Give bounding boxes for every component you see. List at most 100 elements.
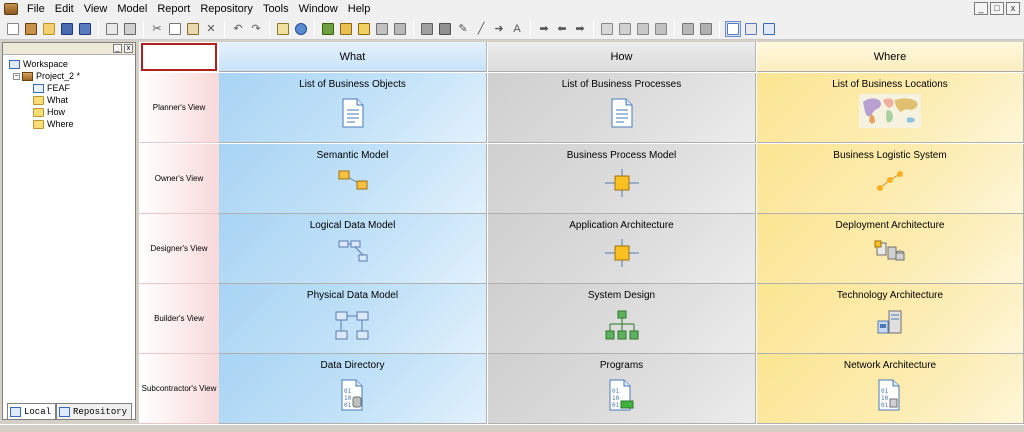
- row-header[interactable]: Owner's View: [139, 144, 219, 214]
- layout-icon[interactable]: [743, 21, 759, 37]
- grid-cell[interactable]: Application Architecture: [488, 214, 756, 284]
- cell-title: Technology Architecture: [836, 290, 944, 301]
- copy-icon[interactable]: [167, 21, 183, 37]
- shape-icon[interactable]: ➡: [536, 21, 552, 37]
- menu-repository[interactable]: Repository: [195, 0, 258, 18]
- view-icon[interactable]: [653, 21, 669, 37]
- properties-icon[interactable]: [275, 21, 291, 37]
- grid-cell[interactable]: List of Business Processes: [488, 73, 756, 143]
- grid-corner[interactable]: [139, 42, 219, 72]
- hierarchy-icon: [602, 309, 642, 346]
- text-icon[interactable]: A: [509, 21, 525, 37]
- workspace-panel: _ x Workspace − Project_2 * FEAF What Ho…: [2, 42, 136, 420]
- menu-model[interactable]: Model: [112, 0, 152, 18]
- cut-icon[interactable]: ✂: [149, 21, 165, 37]
- diagram-icon[interactable]: [374, 21, 390, 37]
- menu-window[interactable]: Window: [294, 0, 343, 18]
- svg-text:01: 01: [612, 388, 620, 395]
- grid-cell[interactable]: Technology Architecture: [757, 284, 1024, 354]
- cell-title: Business Process Model: [566, 150, 677, 161]
- process-box-icon: [604, 169, 639, 200]
- tree-item-where[interactable]: Where: [9, 118, 135, 130]
- panel-minimize-button[interactable]: _: [113, 44, 122, 53]
- shade-icon[interactable]: [437, 21, 453, 37]
- print-preview-icon[interactable]: [104, 21, 120, 37]
- tab-local[interactable]: Local: [7, 403, 57, 419]
- grid-cell[interactable]: System Design: [488, 284, 756, 354]
- app-icon: [4, 3, 18, 15]
- row-header[interactable]: Planner's View: [139, 73, 219, 143]
- toolbar-separator: [413, 20, 414, 37]
- column-header-where[interactable]: Where: [757, 42, 1024, 72]
- grid-cell[interactable]: Logical Data Model: [219, 214, 487, 284]
- panel-close-button[interactable]: x: [124, 44, 133, 53]
- grid-cell[interactable]: List of Business Objects: [219, 73, 487, 143]
- collapse-icon[interactable]: −: [13, 72, 20, 80]
- grid-cell[interactable]: Programs 01 10 01: [488, 354, 756, 424]
- grid-cell[interactable]: Semantic Model: [219, 144, 487, 214]
- cell-title: List of Business Locations: [832, 79, 948, 90]
- tree-item-workspace[interactable]: Workspace: [9, 58, 135, 70]
- globe-icon[interactable]: [293, 21, 309, 37]
- layout-icon[interactable]: [725, 20, 741, 37]
- close-button[interactable]: x: [1006, 2, 1020, 15]
- menu-edit[interactable]: Edit: [50, 0, 79, 18]
- menu-report[interactable]: Report: [152, 0, 195, 18]
- grid-cell[interactable]: Business Logistic System: [757, 144, 1024, 214]
- redo-icon[interactable]: ↷: [248, 21, 264, 37]
- layout-icon[interactable]: [761, 21, 777, 37]
- box-icon[interactable]: [419, 21, 435, 37]
- grid-cell[interactable]: Business Process Model: [488, 144, 756, 214]
- open-icon[interactable]: [41, 21, 57, 37]
- view-icon[interactable]: [680, 21, 696, 37]
- diagram-icon[interactable]: [320, 21, 336, 37]
- save-all-icon[interactable]: [77, 21, 93, 37]
- delete-icon[interactable]: ✕: [203, 21, 219, 37]
- save-icon[interactable]: [59, 21, 75, 37]
- line-icon[interactable]: ╱: [473, 21, 489, 37]
- tree-item-feaf[interactable]: FEAF: [9, 82, 135, 94]
- open-project-icon[interactable]: [23, 21, 39, 37]
- tree-item-project[interactable]: − Project_2 *: [9, 70, 135, 82]
- entity-link-icon: [336, 169, 370, 194]
- cell-title: Physical Data Model: [306, 290, 399, 301]
- menu-tools[interactable]: Tools: [258, 0, 294, 18]
- print-icon[interactable]: [122, 21, 138, 37]
- menu-file[interactable]: File: [22, 0, 50, 18]
- restore-button[interactable]: □: [990, 2, 1004, 15]
- undo-icon[interactable]: ↶: [230, 21, 246, 37]
- view-icon[interactable]: [617, 21, 633, 37]
- menu-help[interactable]: Help: [343, 0, 376, 18]
- row-header[interactable]: Builder's View: [139, 284, 219, 354]
- framework-grid: What How Where Planner's View List of Busine…: [139, 42, 1024, 424]
- shape-icon[interactable]: ⬅: [554, 21, 570, 37]
- pencil-icon[interactable]: ✎: [455, 21, 471, 37]
- tab-repository[interactable]: Repository: [56, 403, 133, 419]
- tree-item-what[interactable]: What: [9, 94, 135, 106]
- view-icon[interactable]: [599, 21, 615, 37]
- shape-icon[interactable]: ➡: [572, 21, 588, 37]
- grid-cell[interactable]: Deployment Architecture: [757, 214, 1024, 284]
- diagram-icon[interactable]: [392, 21, 408, 37]
- grid-cell[interactable]: Physical Data Model: [219, 284, 487, 354]
- toolbar: ✂ ✕ ↶ ↷ ✎ ╱ ➜ A ➡ ⬅ ➡: [0, 18, 1024, 40]
- minimize-button[interactable]: _: [974, 2, 988, 15]
- arrow-icon[interactable]: ➜: [491, 21, 507, 37]
- view-icon[interactable]: [698, 21, 714, 37]
- view-icon[interactable]: [635, 21, 651, 37]
- diagram-icon[interactable]: [338, 21, 354, 37]
- menu-view[interactable]: View: [79, 0, 113, 18]
- paste-icon[interactable]: [185, 21, 201, 37]
- grid-cell[interactable]: List of Business Locations: [757, 73, 1024, 143]
- row-header[interactable]: Designer's View: [139, 214, 219, 284]
- tree-label: Project_2 *: [36, 71, 81, 81]
- tree-item-how[interactable]: How: [9, 106, 135, 118]
- column-header-how[interactable]: How: [488, 42, 756, 72]
- row-header[interactable]: Subcontractor's View: [139, 354, 219, 424]
- diagram-icon[interactable]: [356, 21, 372, 37]
- grid-cell[interactable]: Network Architecture 01 10 01: [757, 354, 1024, 424]
- grid-cell[interactable]: Data Directory 01 10 01: [219, 354, 487, 424]
- new-icon[interactable]: [5, 21, 21, 37]
- column-header-what[interactable]: What: [219, 42, 487, 72]
- svg-text:01: 01: [344, 402, 352, 409]
